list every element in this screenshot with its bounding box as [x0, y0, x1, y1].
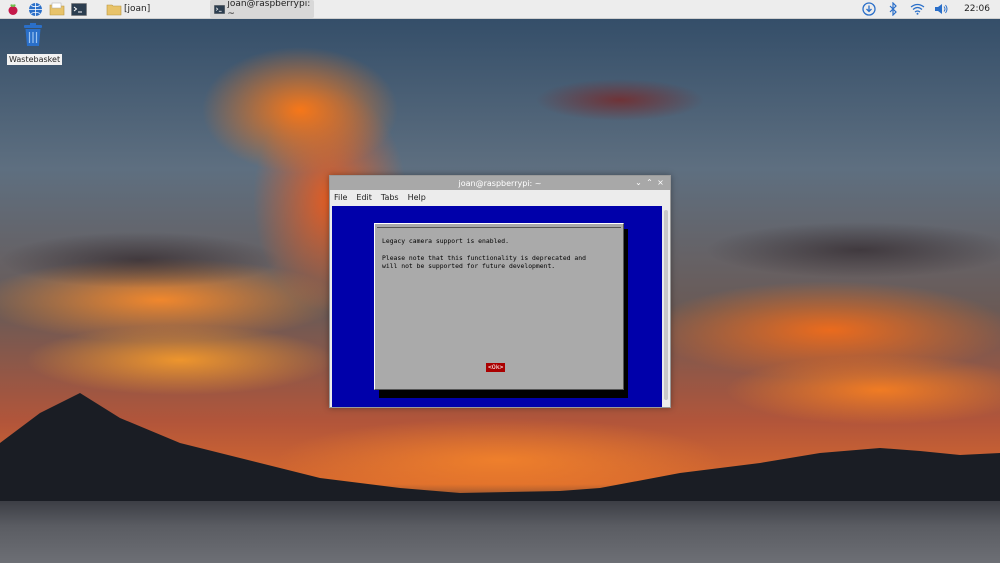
desktop-icon-label: Wastebasket: [7, 54, 63, 65]
terminal-scrollbar[interactable]: [662, 206, 670, 407]
scrollbar-thumb[interactable]: [664, 210, 668, 400]
wifi-icon[interactable]: [908, 1, 926, 17]
menu-edit[interactable]: Edit: [356, 193, 372, 202]
close-icon[interactable]: ×: [655, 178, 666, 188]
window-titlebar[interactable]: joan@raspberrypi: ~ ⌄ ⌃ ×: [330, 176, 670, 190]
dialog-line-2: Please note that this functionality is d…: [382, 253, 586, 262]
window-menubar: File Edit Tabs Help: [330, 190, 670, 205]
minimize-icon[interactable]: ⌄: [633, 178, 644, 188]
wallpaper-mountains: [0, 393, 1000, 503]
file-manager-icon[interactable]: [48, 1, 66, 17]
task-label: joan@raspberrypi: ~: [227, 0, 311, 19]
folder-icon: [106, 4, 122, 15]
update-icon[interactable]: [860, 1, 878, 17]
dialog-border-line: [377, 227, 621, 228]
desktop-icon-wastebasket[interactable]: Wastebasket: [7, 23, 63, 66]
menu-help[interactable]: Help: [408, 193, 426, 202]
clock[interactable]: 22:06: [964, 4, 990, 14]
message-dialog: Legacy camera support is enabled. Please…: [374, 223, 624, 390]
menu-tabs[interactable]: Tabs: [381, 193, 399, 202]
window-title: joan@raspberrypi: ~: [458, 178, 542, 188]
bluetooth-icon[interactable]: [884, 1, 902, 17]
ok-button[interactable]: <Ok>: [486, 363, 506, 372]
terminal-icon: [214, 4, 226, 14]
maximize-icon[interactable]: ⌃: [644, 178, 655, 188]
task-terminal[interactable]: joan@raspberrypi: ~: [210, 0, 315, 19]
top-panel: [joan] joan@raspberrypi: ~ 22:06: [0, 0, 1000, 19]
task-file-manager[interactable]: [joan]: [102, 0, 154, 18]
trash-icon: [24, 23, 42, 46]
dialog-message: Legacy camera support is enabled. Please…: [382, 237, 618, 271]
wallpaper-water: [0, 501, 1000, 563]
task-label: [joan]: [124, 4, 151, 14]
web-browser-icon[interactable]: [26, 1, 44, 17]
raspberry-menu-icon[interactable]: [4, 1, 22, 17]
window-controls: ⌄ ⌃ ×: [633, 178, 666, 188]
dialog-line-1: Legacy camera support is enabled.: [382, 237, 509, 245]
dialog-line-3: will not be supported for future develop…: [382, 262, 556, 271]
system-tray: 22:06: [854, 0, 1000, 19]
volume-icon[interactable]: [932, 1, 950, 17]
terminal-area[interactable]: Legacy camera support is enabled. Please…: [332, 206, 662, 407]
terminal-window: joan@raspberrypi: ~ ⌄ ⌃ × File Edit Tabs…: [329, 175, 671, 408]
menu-file[interactable]: File: [334, 193, 347, 202]
terminal-icon[interactable]: [70, 1, 88, 17]
